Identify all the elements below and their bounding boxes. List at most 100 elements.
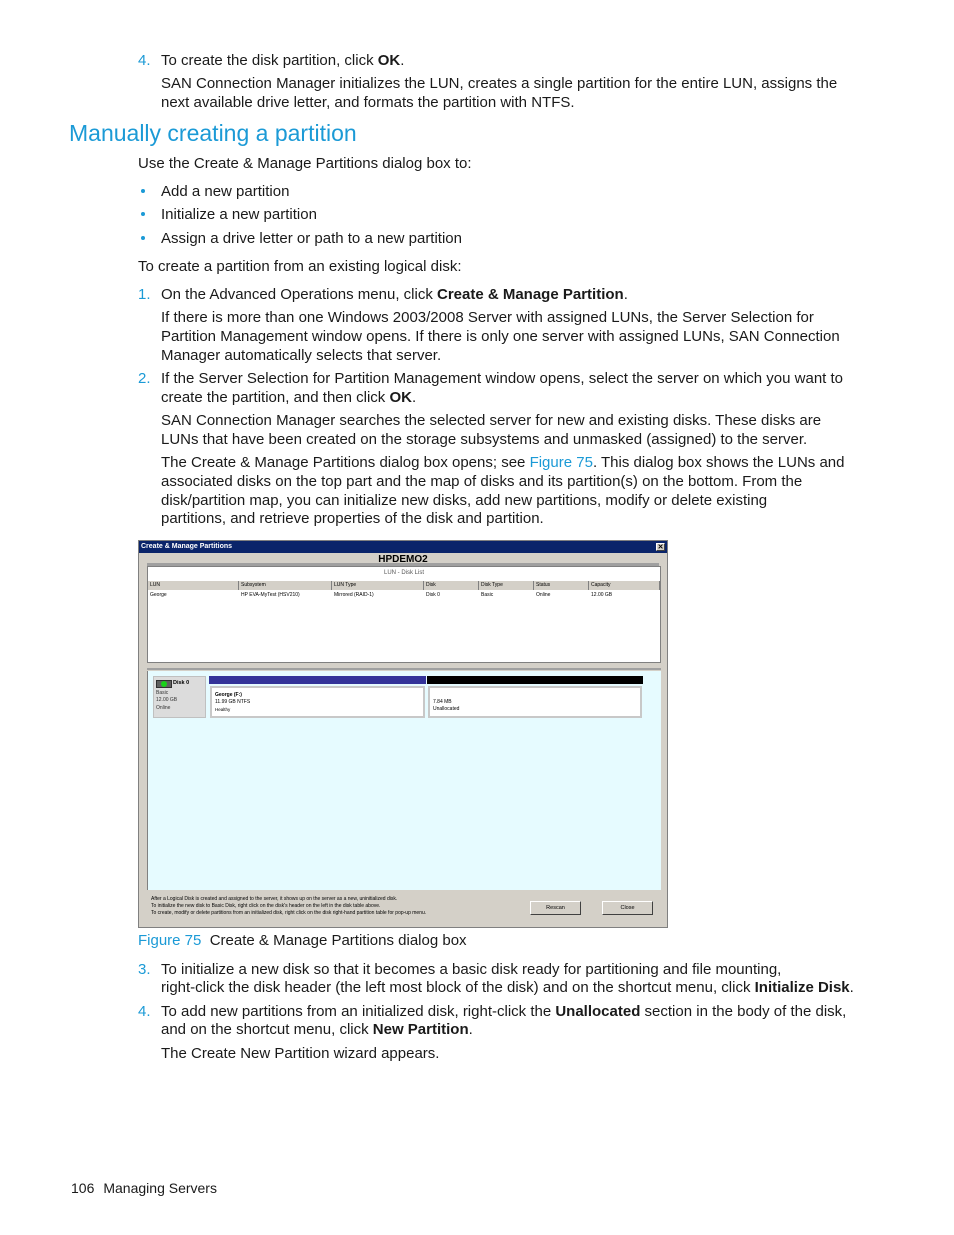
step-text: right-click the disk header (the left mo… [161,978,854,997]
disk-type: Basic [156,690,169,696]
step-text: To create the disk partition, click OK. [161,51,404,70]
create-manage-partitions-dialog: Create & Manage Partitions ✕ HPDEMO2 LUN… [138,540,668,928]
text-part: The Create & Manage Partitions dialog bo… [161,454,530,471]
step-text-part: . [411,389,417,406]
table-cell: Disk 0 [426,592,440,598]
column-header[interactable]: Subsystem [239,581,332,590]
dialog-title-bar: Create & Manage Partitions ✕ [139,541,667,553]
step-number: 4. [138,1003,151,1020]
step-text-part: . [400,52,405,69]
paragraph-line: The Create New Partition wizard appears. [161,1045,440,1062]
paragraph-line: next available drive letter, and formats… [161,94,575,111]
paragraph-line: The Create & Manage Partitions dialog bo… [161,453,844,472]
section-heading: Manually creating a partition [69,120,357,146]
bullet-icon [141,189,145,193]
partition-size: 11.99 GB NTFS [215,699,251,705]
step-bold-term: OK [377,52,401,69]
column-header[interactable]: Disk Type [479,581,534,590]
table-cell: HP EVA-MyTest (HSV210) [241,592,300,598]
partition-body: 7.84 MB Unallocated [428,686,642,718]
bullet-item: Add a new partition [161,183,290,200]
partition-bar [209,676,426,684]
partition-name: George (F:) [215,692,242,698]
partition-bar [427,676,643,684]
figure-label: Figure 75 [138,932,202,949]
paragraph-line: Manager automatically selects that serve… [161,347,442,364]
step-text: and on the shortcut menu, click New Part… [161,1020,473,1039]
partition-block[interactable]: George (F:) 11.99 GB NTFS Healthy [209,676,426,718]
hint-text: After a Logical Disk is created and assi… [151,896,398,902]
page-footer: 106 Managing Servers [71,1180,226,1196]
column-header[interactable]: LUN [148,581,239,590]
step-text: To initialize a new disk so that it beco… [161,961,782,978]
table-row[interactable]: George HP EVA-MyTest (HSV210) Mirrored (… [148,591,660,600]
step-text-part: To create the disk partition, click [161,52,378,69]
disk-drive-icon [156,680,172,688]
disk-size: 12.00 GB [156,697,178,703]
step-text-part: . [849,979,854,996]
table-cell: George [150,592,167,598]
figure-link[interactable]: Figure 75 [530,454,593,471]
figure-caption-text: Create & Manage Partitions dialog box [209,932,467,949]
close-icon[interactable]: ✕ [656,543,665,551]
text-part: . This dialog box shows the LUNs and [592,454,845,471]
footer-section: Managing Servers [103,1180,217,1196]
bullet-item: Initialize a new partition [161,206,317,223]
bullet-item: Assign a drive letter or path to a new p… [161,230,462,247]
step-bold-term: Unallocated [555,1003,641,1020]
column-header[interactable]: Capacity [589,581,660,590]
step-text-part: create the partition, and then click [161,389,390,406]
step-text: On the Advanced Operations menu, click C… [161,285,628,304]
step-text: create the partition, and then click OK. [161,388,416,407]
table-cell: Basic [481,592,494,598]
rescan-button[interactable]: Rescan [530,901,581,915]
step-number: 4. [138,52,151,69]
column-header[interactable]: LUN Type [332,581,424,590]
step-bold-term: Create & Manage Partition [436,286,624,303]
paragraph-line: disk/partition map, you can initialize n… [161,492,768,509]
dialog-footer: After a Logical Disk is created and assi… [147,890,661,920]
paragraph-line: SAN Connection Manager searches the sele… [161,412,822,429]
bullet-icon [141,236,145,240]
disk-status: Online [156,705,171,711]
paragraph-line: partitions, and retrieve properties of t… [161,510,544,527]
close-button[interactable]: Close [602,901,653,915]
step-number: 3. [138,961,151,978]
step-text-part: To add new partitions from an initialize… [161,1003,556,1020]
disk-header[interactable]: Disk 0 Basic 12.00 GB Online [153,676,206,718]
step-bold-term: OK [389,389,412,406]
column-header[interactable]: Status [534,581,589,590]
step-bold-term: New Partition [372,1021,469,1038]
bullet-icon [141,212,145,216]
step-text-part: right-click the disk header (the left mo… [161,979,755,996]
page-number: 106 [71,1180,95,1196]
step-text-part: . [468,1021,473,1038]
step-text: To add new partitions from an initialize… [161,1002,846,1021]
document-page: 4. To create the disk partition, click O… [0,0,954,1235]
paragraph-line: Partition Management window opens. If th… [161,328,840,345]
column-header[interactable]: Disk [424,581,479,590]
step-number: 2. [138,370,151,387]
paragraph-line: associated disks on the top part and the… [161,473,803,490]
partition-state: Unallocated [433,706,460,712]
section-lead: To create a partition from an existing l… [138,258,462,275]
disk-partition-map: Disk 0 Basic 12.00 GB Online George (F:)… [147,671,661,890]
hint-text: To initialize the new disk to Basic Disk… [151,903,381,909]
step-number: 1. [138,286,151,303]
dialog-title: Create & Manage Partitions [141,543,233,550]
partition-state: Healthy [215,707,231,712]
lun-disk-list: LUN - Disk List LUN Subsystem LUN Type D… [147,566,661,663]
partition-body: George (F:) 11.99 GB NTFS Healthy [210,686,425,718]
step-text-part: On the Advanced Operations menu, click [161,286,437,303]
table-cell: Online [536,592,551,598]
pane-splitter[interactable] [147,663,661,670]
step-text-part: . [623,286,628,303]
hint-text: To create, modify or delete partitions f… [151,910,427,916]
partition-size: 7.84 MB [433,699,452,705]
table-cell: 12.00 GB [591,592,613,598]
status-led-icon [161,681,167,687]
disk-name: Disk 0 [173,680,190,686]
paragraph-line: LUNs that have been created on the stora… [161,431,808,448]
unallocated-block[interactable]: 7.84 MB Unallocated [427,676,643,718]
table-cell: Mirrored (RAID-1) [334,592,374,598]
